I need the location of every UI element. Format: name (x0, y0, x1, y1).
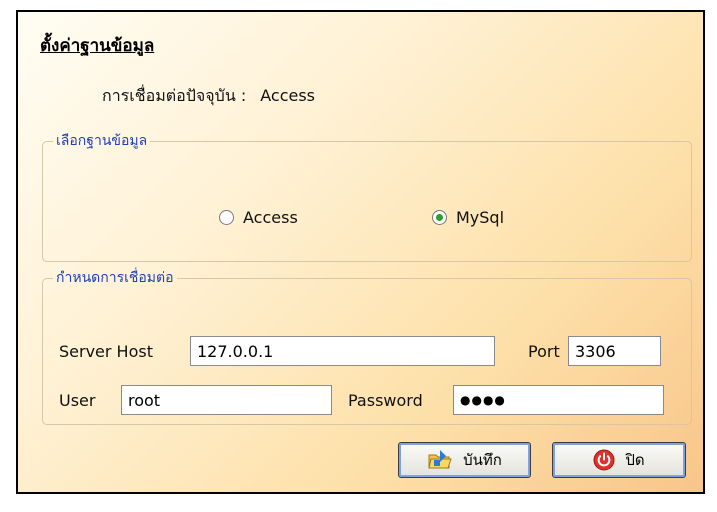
radio-access-label: Access (243, 208, 298, 227)
password-input[interactable] (453, 385, 664, 415)
current-connection-label: การเชื่อมต่อปัจจุบัน : (102, 86, 247, 105)
radio-access[interactable]: Access (219, 208, 298, 227)
dialog-title: ตั้งค่าฐานข้อมูล (40, 36, 155, 56)
radio-access-circle[interactable] (219, 210, 234, 225)
current-connection-value: Access (260, 86, 316, 105)
connection-settings-legend: กำหนดการเชื่อมต่อ (56, 270, 174, 286)
server-host-label: Server Host (59, 342, 153, 361)
save-button-label: บันทึก (463, 451, 502, 469)
port-label: Port (528, 342, 560, 361)
database-select-legend: เลือกฐานข้อมูล (56, 133, 148, 149)
save-folder-icon (427, 449, 453, 471)
database-settings-dialog: ตั้งค่าฐานข้อมูล การเชื่อมต่อปัจจุบัน : A… (16, 10, 705, 494)
port-input[interactable] (568, 336, 661, 366)
close-button-label: ปิด (625, 451, 645, 469)
database-select-group: เลือกฐานข้อมูล Access MySql (42, 130, 692, 262)
connection-settings-group: กำหนดการเชื่อมต่อ Server Host Port User … (42, 267, 692, 425)
current-connection: การเชื่อมต่อปัจจุบัน : Access (102, 84, 315, 109)
server-host-input[interactable] (190, 336, 495, 366)
close-button[interactable]: ปิด (552, 442, 686, 478)
user-label: User (59, 391, 96, 410)
radio-mysql-circle[interactable] (432, 210, 447, 225)
password-label: Password (348, 391, 423, 410)
power-icon (593, 449, 615, 471)
save-button[interactable]: บันทึก (398, 442, 531, 478)
radio-mysql-label: MySql (456, 208, 505, 227)
user-input[interactable] (121, 385, 332, 415)
radio-mysql[interactable]: MySql (432, 208, 504, 227)
